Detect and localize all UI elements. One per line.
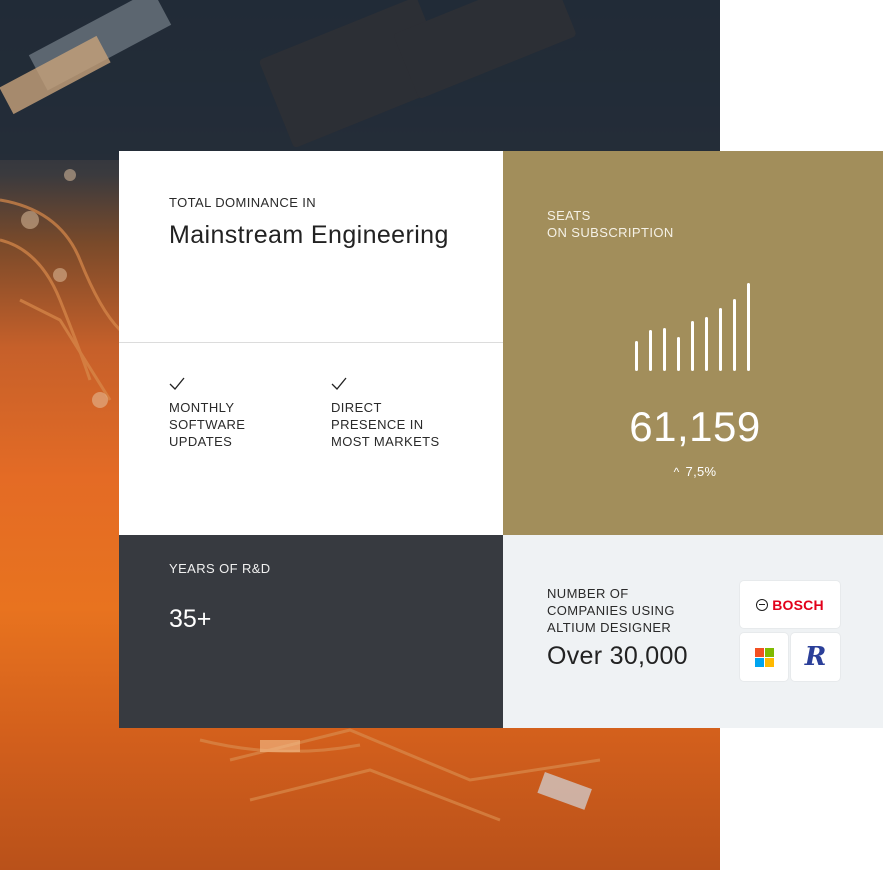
- growth-bar: [733, 299, 736, 371]
- feature-label: MONTHLY SOFTWARE UPDATES: [169, 400, 246, 449]
- seats-value: 61,159: [629, 403, 761, 450]
- dominance-kicker: TOTAL DOMINANCE IN: [169, 195, 317, 210]
- panel-divider: [119, 342, 503, 343]
- growth-bar: [677, 337, 680, 371]
- growth-bar: [635, 341, 638, 371]
- growth-bar: [719, 308, 722, 371]
- growth-bar: [691, 321, 694, 371]
- feature-label: DIRECT PRESENCE IN MOST MARKETS: [331, 400, 440, 449]
- seats-kicker: SEATS ON SUBSCRIPTION: [547, 208, 674, 240]
- bosch-logo-text: BOSCH: [772, 596, 824, 613]
- companies-kicker: NUMBER OF COMPANIES USING ALTIUM DESIGNE…: [547, 586, 675, 635]
- seats-delta-value: 7,5%: [685, 464, 717, 479]
- up-chevron-icon: ^: [673, 465, 680, 479]
- growth-bar: [705, 317, 708, 371]
- rd-value: 35+: [169, 605, 212, 633]
- check-icon: [331, 377, 347, 390]
- check-icon: [169, 377, 185, 390]
- growth-bar: [663, 328, 666, 371]
- dominance-panel: TOTAL DOMINANCE IN Mainstream Engineerin…: [119, 151, 503, 535]
- rd-kicker: YEARS OF R&D: [169, 561, 271, 576]
- companies-panel: NUMBER OF COMPANIES USING ALTIUM DESIGNE…: [503, 535, 883, 728]
- seats-panel: SEATS ON SUBSCRIPTION 61,159 ^ 7,5%: [503, 151, 883, 535]
- rd-panel: YEARS OF R&D 35+: [119, 535, 503, 728]
- seats-growth-bars: [635, 281, 760, 371]
- microsoft-logo: [740, 633, 788, 681]
- seats-delta: ^ 7,5%: [503, 464, 883, 479]
- dominance-headline: Mainstream Engineering: [169, 221, 449, 249]
- r-company-logo: R: [791, 633, 840, 681]
- growth-bar: [649, 330, 652, 371]
- r-logo-text: R: [804, 642, 827, 672]
- feature-monthly-updates: MONTHLY SOFTWARE UPDATES: [169, 377, 309, 450]
- feature-direct-presence: DIRECT PRESENCE IN MOST MARKETS: [331, 377, 471, 450]
- companies-value: Over 30,000: [547, 642, 688, 670]
- bosch-mark-icon: [756, 598, 769, 611]
- bosch-logo: BOSCH: [740, 581, 840, 628]
- growth-bar: [747, 283, 750, 371]
- microsoft-windows-icon: [754, 647, 774, 667]
